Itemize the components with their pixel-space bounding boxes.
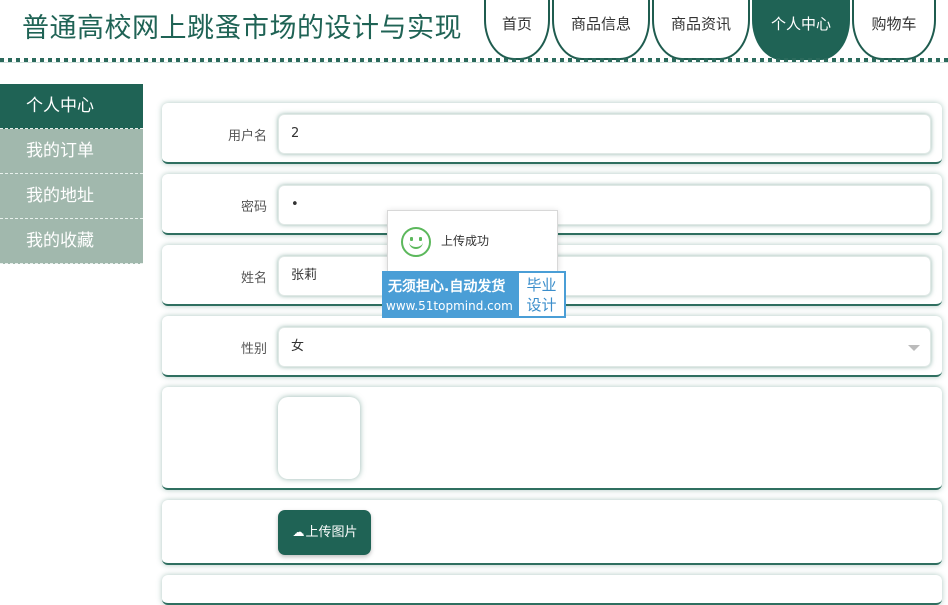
upload-image-button[interactable]: ☁上传图片 xyxy=(278,510,371,555)
gender-label: 性别 xyxy=(240,342,267,357)
nav-goods-news[interactable]: 商品资讯 xyxy=(652,0,750,60)
ad-badge-line1: 毕业 xyxy=(526,276,557,294)
form-row-username: 用户名 2 xyxy=(162,103,942,164)
site-title: 普通高校网上跳蚤市场的设计与实现 xyxy=(22,13,462,44)
form-row-avatar xyxy=(162,387,942,490)
nav-cart[interactable]: 购物车 xyxy=(852,0,936,60)
nav-personal-center[interactable]: 个人中心 xyxy=(752,0,850,60)
nav-goods-info[interactable]: 商品信息 xyxy=(552,0,650,60)
toast-message: 上传成功 xyxy=(441,234,490,248)
password-label: 密码 xyxy=(240,200,267,215)
ad-url: www.51topmind.com xyxy=(386,299,513,313)
sidebar-item-personal-center[interactable]: 个人中心 xyxy=(0,84,143,129)
smile-icon xyxy=(401,227,431,257)
form-row-next xyxy=(162,575,942,605)
name-input[interactable]: 张莉 xyxy=(278,256,931,296)
ad-badge-line2: 设计 xyxy=(526,296,557,314)
success-toast: 上传成功 xyxy=(387,210,558,272)
gender-select[interactable]: 女 xyxy=(278,327,931,367)
chevron-down-icon xyxy=(908,345,920,351)
ad-slogan: 无须担心.自动发货 xyxy=(388,279,506,295)
password-input[interactable]: • xyxy=(278,185,931,225)
nav-home[interactable]: 首页 xyxy=(484,0,550,60)
header: 普通高校网上跳蚤市场的设计与实现 首页 商品信息 商品资讯 个人中心 购物车 xyxy=(0,0,948,63)
header-divider-line xyxy=(0,62,948,63)
username-label: 用户名 xyxy=(227,129,267,144)
watermark-ad: 无须担心.自动发货 www.51topmind.com 毕业 设计 xyxy=(382,271,566,318)
sidebar: 个人中心 我的订单 我的地址 我的收藏 xyxy=(0,84,143,264)
avatar-preview xyxy=(278,397,360,479)
username-input[interactable]: 2 xyxy=(278,114,931,154)
form-row-gender: 性别 女 xyxy=(162,316,942,377)
ad-badge: 毕业 设计 xyxy=(519,273,564,316)
name-label: 姓名 xyxy=(240,271,267,286)
sidebar-item-my-address[interactable]: 我的地址 xyxy=(0,174,143,219)
sidebar-item-my-orders[interactable]: 我的订单 xyxy=(0,129,143,174)
ad-text-block: 无须担心.自动发货 www.51topmind.com xyxy=(382,271,518,318)
cloud-upload-icon: ☁ xyxy=(292,525,305,539)
upload-image-label: 上传图片 xyxy=(305,525,358,540)
form-row-upload: ☁上传图片 xyxy=(162,500,942,565)
sidebar-item-my-favorites[interactable]: 我的收藏 xyxy=(0,219,143,264)
gender-selected-value: 女 xyxy=(291,339,305,354)
